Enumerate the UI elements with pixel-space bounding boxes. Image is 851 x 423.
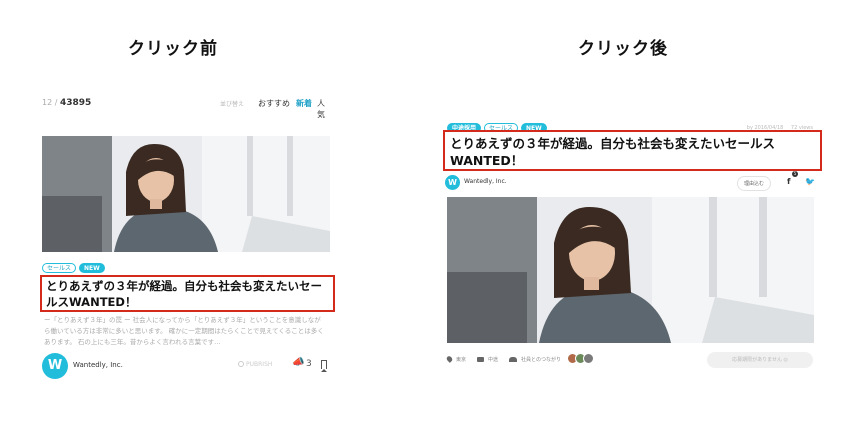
megaphone-icon[interactable]: 📣: [292, 357, 304, 368]
sort-recommended[interactable]: おすすめ: [258, 98, 290, 109]
wantedly-logo[interactable]: W: [42, 353, 68, 379]
tag-sales[interactable]: セールス: [42, 263, 77, 273]
connections-text: 社員とのつながり: [521, 357, 561, 363]
interview-photo: [447, 197, 814, 343]
post-footer: 東京 中途 社員とのつながり 応募期限がありません ◎: [445, 350, 817, 370]
clock-icon: [238, 361, 244, 367]
highlighted-title-box: とりあえずの３年が経過。自分も社会も変えたいセールスWANTED！: [443, 130, 822, 171]
location: 東京: [445, 355, 467, 363]
post-count-prefix: 12 /: [42, 98, 58, 107]
facebook-count-badge: 5: [792, 171, 798, 177]
bookmark-icon[interactable]: [321, 360, 327, 372]
apply-button[interactable]: 応募期限がありません ◎: [707, 352, 813, 368]
list-header: 12 / 43895 並び替え おすすめ 新着 人気: [42, 98, 330, 119]
post-photo: [447, 197, 814, 343]
post-footer: W Wantedly, Inc. PUBRISH 📣 3: [42, 351, 330, 381]
interview-photo: [42, 136, 330, 252]
sort-popular[interactable]: 人気: [317, 98, 330, 120]
twitter-icon[interactable]: 🐦: [805, 177, 815, 186]
post-count: 12 / 43895: [42, 98, 91, 108]
post-photo[interactable]: [42, 136, 330, 252]
post-detail-after: 中途採用 セールス NEW by 2016/04/18 72 views とりあ…: [441, 118, 822, 378]
publish-date: PUBRISH: [238, 361, 272, 368]
connections[interactable]: 社員とのつながり: [509, 356, 561, 363]
location-text: 東京: [456, 357, 467, 363]
sort-new[interactable]: 新着: [296, 98, 312, 109]
avatar[interactable]: [583, 353, 594, 364]
post-title[interactable]: とりあえずの３年が経過。自分も社会も変えたいセールスWANTED！: [46, 278, 329, 310]
highlighted-title-box: とりあえずの３年が経過。自分も社会も変えたいセールスWANTED！: [40, 275, 335, 312]
heading-before: クリック前: [128, 39, 218, 59]
company-row: W Wantedly, Inc. 理由込む f 5 🐦: [445, 171, 821, 192]
tag-list: セールス NEW: [42, 263, 105, 273]
wantedly-logo[interactable]: W: [445, 175, 460, 190]
facebook-icon[interactable]: f: [787, 177, 790, 186]
location-pin-icon: [445, 355, 454, 363]
heading-after: クリック後: [578, 39, 668, 59]
post-title: とりあえずの３年が経過。自分も社会も変えたいセールスWANTED！: [450, 136, 776, 168]
job-type-text: 中途: [488, 357, 499, 363]
report-button[interactable]: 理由込む: [737, 176, 772, 191]
people-icon: [509, 357, 517, 362]
sort-label: 並び替え: [220, 101, 245, 108]
publish-date-text: PUBRISH: [246, 361, 273, 368]
briefcase-icon: [477, 357, 484, 362]
post-card-before[interactable]: 12 / 43895 並び替え おすすめ 新着 人気 セールス NEW とりあえ…: [36, 92, 336, 392]
company-name[interactable]: Wantedly, Inc.: [73, 361, 123, 369]
job-type: 中途: [477, 356, 498, 363]
company-name[interactable]: Wantedly, Inc.: [464, 178, 507, 185]
cheer-count: 3: [306, 359, 312, 369]
tag-new: NEW: [79, 263, 105, 273]
post-description: ー「とりあえず３年」の罠 ー 社会人になってから「とりあえず３年」ということを意…: [44, 316, 324, 346]
post-count-total: 43895: [59, 98, 92, 108]
